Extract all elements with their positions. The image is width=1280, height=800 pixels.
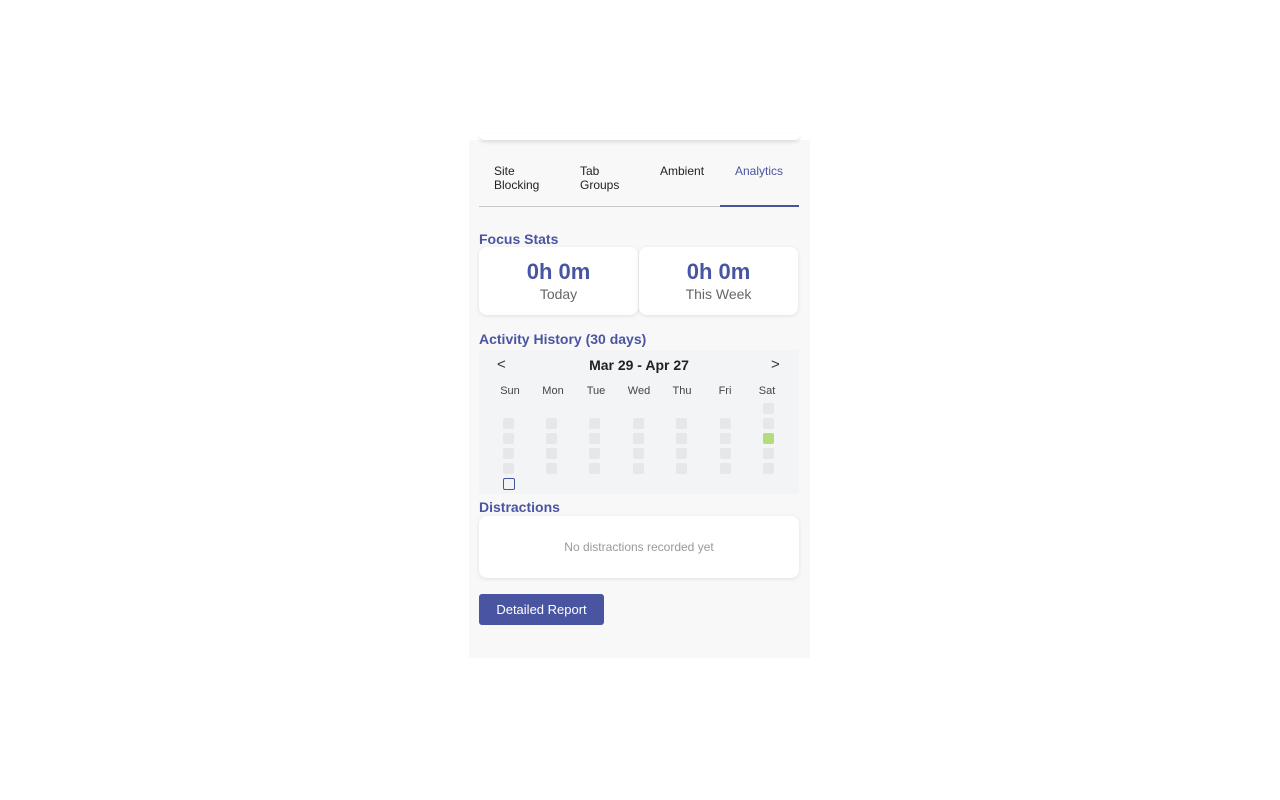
week-value: 0h 0m (686, 259, 751, 284)
weekday-label: Tue (586, 385, 606, 397)
next-month-button[interactable]: > (771, 356, 780, 373)
calendar-day[interactable] (763, 448, 774, 459)
tab-analytics[interactable]: Analytics (735, 164, 783, 178)
calendar-day[interactable] (763, 433, 774, 444)
today-stat-card: 0h 0m Today (479, 247, 638, 315)
extension-popup: Site Blocking Tab Groups Ambient Analyti… (469, 140, 810, 658)
calendar-day[interactable] (546, 433, 557, 444)
calendar-day[interactable] (503, 463, 514, 474)
calendar-day[interactable] (546, 418, 557, 429)
calendar-day[interactable] (633, 418, 644, 429)
today-value: 0h 0m (526, 259, 591, 284)
calendar-day[interactable] (546, 448, 557, 459)
detailed-report-button[interactable]: Detailed Report (479, 594, 604, 625)
weekday-label: Wed (627, 385, 651, 397)
calendar-day[interactable] (503, 433, 514, 444)
calendar-day[interactable] (589, 463, 600, 474)
calendar-day[interactable] (720, 463, 731, 474)
calendar-day[interactable] (589, 418, 600, 429)
activity-history-title: Activity History (30 days) (479, 331, 647, 347)
calendar-day[interactable] (676, 448, 687, 459)
calendar-day[interactable] (589, 433, 600, 444)
calendar-day[interactable] (720, 433, 731, 444)
tab-tab-groups[interactable]: Tab Groups (580, 164, 630, 192)
calendar-day[interactable] (720, 418, 731, 429)
weekday-label: Sat (758, 385, 776, 397)
weekday-label: Mon (542, 385, 564, 397)
weekday-label: Fri (718, 385, 732, 397)
calendar-day[interactable] (589, 448, 600, 459)
calendar-day[interactable] (763, 403, 774, 414)
calendar-day[interactable] (676, 463, 687, 474)
active-tab-indicator (720, 205, 799, 207)
activity-calendar: < Mar 29 - Apr 27 > Sun Mon Tue Wed Thu … (479, 350, 799, 494)
week-label: This Week (685, 286, 752, 302)
distractions-empty-text: No distractions recorded yet (564, 540, 714, 554)
distractions-card: No distractions recorded yet (479, 516, 799, 578)
calendar-day-today[interactable] (503, 478, 515, 490)
calendar-day[interactable] (763, 418, 774, 429)
calendar-day[interactable] (676, 418, 687, 429)
calendar-day[interactable] (720, 448, 731, 459)
today-label: Today (539, 286, 578, 302)
calendar-day[interactable] (633, 463, 644, 474)
calendar-day[interactable] (763, 463, 774, 474)
focus-stats-title: Focus Stats (479, 231, 559, 247)
calendar-day[interactable] (503, 418, 514, 429)
weekday-label: Thu (672, 385, 692, 397)
tab-bar: Site Blocking Tab Groups Ambient Analyti… (479, 140, 799, 207)
tab-site-blocking[interactable]: Site Blocking (494, 164, 554, 192)
distractions-title: Distractions (479, 499, 560, 515)
calendar-day[interactable] (633, 448, 644, 459)
calendar-day[interactable] (546, 463, 557, 474)
calendar-day[interactable] (676, 433, 687, 444)
tab-ambient[interactable]: Ambient (660, 164, 704, 178)
week-stat-card: 0h 0m This Week (639, 247, 798, 315)
calendar-day[interactable] (633, 433, 644, 444)
calendar-day[interactable] (503, 448, 514, 459)
weekday-label: Sun (500, 385, 520, 397)
calendar-range: Mar 29 - Apr 27 (589, 357, 689, 373)
